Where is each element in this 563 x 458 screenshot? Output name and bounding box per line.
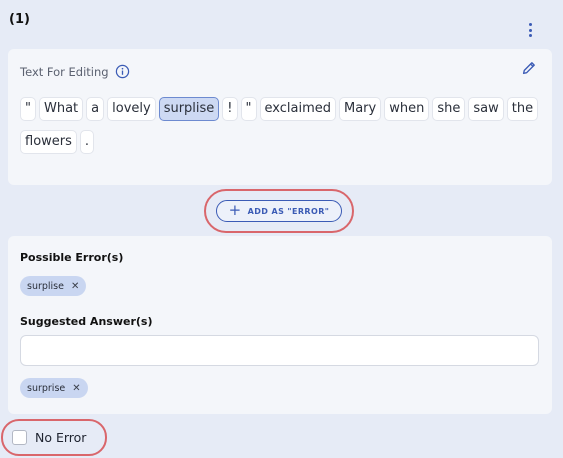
token[interactable]: " — [240, 97, 257, 121]
answer-card: Possible Error(s) surplise ✕ Suggested A… — [8, 236, 552, 414]
token[interactable]: exclaimed — [259, 97, 336, 121]
text-editing-title: Text For Editing — [20, 64, 109, 79]
token[interactable]: flowers — [20, 130, 77, 154]
no-error-highlight: No Error — [1, 419, 107, 456]
suggested-answer-chip-label: surprise — [27, 382, 66, 394]
add-as-error-label: ADD AS "ERROR" — [247, 206, 330, 216]
text-editing-header: Text For Editing — [20, 64, 130, 79]
add-as-error-button[interactable]: + ADD AS "ERROR" — [216, 200, 342, 222]
token-selected[interactable]: surplise — [158, 97, 220, 121]
token[interactable]: ! — [222, 97, 238, 121]
token[interactable]: she — [432, 97, 466, 121]
token[interactable]: What — [38, 97, 84, 121]
token[interactable]: a — [86, 97, 105, 121]
no-error-checkbox[interactable] — [12, 430, 27, 445]
question-number: (1) — [9, 12, 30, 27]
token[interactable]: when — [384, 97, 430, 121]
token[interactable]: Mary — [339, 97, 382, 121]
text-editing-card: Text For Editing " What a lovely surplise! " e… — [8, 49, 552, 185]
token-list: " What a lovely surplise! " exclaimed Mary when s… — [20, 97, 540, 154]
possible-error-chip-label: surplise — [27, 280, 64, 292]
possible-errors-label: Possible Error(s) — [20, 251, 124, 264]
suggested-answer-chip: surprise ✕ — [20, 378, 88, 398]
pencil-edit-icon[interactable] — [520, 59, 538, 77]
suggested-answers-label: Suggested Answer(s) — [20, 315, 153, 328]
remove-chip-icon[interactable]: ✕ — [71, 281, 79, 292]
token[interactable]: " — [20, 97, 36, 121]
info-icon[interactable] — [115, 64, 130, 79]
token[interactable]: saw — [468, 97, 504, 121]
more-options-icon[interactable] — [522, 21, 538, 39]
token[interactable]: the — [506, 97, 539, 121]
plus-icon: + — [228, 200, 242, 219]
token[interactable]: lovely — [107, 97, 156, 121]
remove-chip-icon[interactable]: ✕ — [72, 383, 80, 394]
suggested-answer-input[interactable] — [20, 335, 539, 366]
no-error-label: No Error — [35, 430, 87, 445]
possible-error-chip: surplise ✕ — [20, 276, 87, 296]
add-error-highlight: + ADD AS "ERROR" — [204, 189, 354, 233]
token[interactable]: . — [79, 130, 95, 154]
